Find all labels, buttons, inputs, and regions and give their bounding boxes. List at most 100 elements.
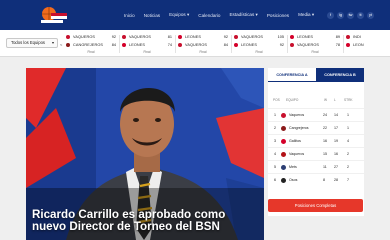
team-logo-icon — [66, 35, 70, 39]
team-filter-select[interactable]: Todos los Equipos ▾ — [6, 38, 58, 48]
row-position: 3 — [274, 139, 276, 143]
row-team: Osos — [289, 178, 298, 182]
row-streak: 1 — [347, 126, 349, 130]
row-wins: 11 — [323, 165, 327, 169]
tab-conferencia-a[interactable]: CONFERENCIA A — [268, 68, 316, 82]
instagram-icon[interactable]: ig — [337, 12, 344, 19]
social-links: f ig tw tt yt — [324, 12, 374, 19]
scores-prev-arrow[interactable]: < — [60, 42, 62, 47]
game-card[interactable]: VAQUEROS 105 LEONES 92 Final — [234, 33, 284, 55]
team-score: 78 — [335, 43, 340, 47]
table-row[interactable]: 6 Osos 8 28 7 — [268, 173, 364, 186]
featured-story-headline[interactable]: Ricardo Carrillo es aprobado como nuevo … — [32, 209, 262, 233]
team-score: 92 — [223, 35, 228, 39]
full-standings-button[interactable]: Posiciones Completas — [268, 199, 363, 212]
team-logo-icon — [290, 35, 294, 39]
row-team: Vaqueros — [289, 152, 305, 156]
nav-media[interactable]: Media ▾ — [298, 12, 314, 18]
table-row[interactable]: 4 Vaqueros 15 16 2 — [268, 147, 364, 160]
league-logo[interactable] — [38, 5, 68, 25]
row-team: Cangrejeros — [289, 126, 309, 130]
row-wins: 16 — [323, 139, 327, 143]
team-header: EQUIPO — [286, 98, 299, 102]
youtube-icon[interactable]: yt — [367, 12, 374, 19]
team-score: 81 — [167, 35, 172, 39]
game-card[interactable]: VAQUEROS 81 LEONES 74 Final — [122, 33, 172, 55]
divider — [175, 35, 176, 53]
team-logo-icon — [281, 165, 286, 170]
team-logo-icon — [346, 43, 350, 47]
divider — [231, 35, 232, 53]
scores-strip: Todos los Equipos ▾ < VAQUEROS 92 CANGREJ… — [0, 30, 390, 57]
team-logo-icon — [281, 152, 286, 157]
featured-story[interactable]: Ricardo Carrillo es aprobado como nuevo … — [26, 68, 264, 240]
row-position: 4 — [274, 152, 276, 156]
divider — [343, 35, 344, 53]
table-row[interactable]: 5 Mets 11 27 2 — [268, 160, 364, 173]
team-score: 89 — [335, 35, 340, 39]
row-losses: 19 — [334, 139, 338, 143]
divider — [287, 35, 288, 53]
streak-header: STRK — [344, 98, 353, 102]
team-logo-icon — [66, 43, 70, 47]
top-nav: Inicio Noticias Equipos ▾ Calendario Est… — [0, 0, 390, 30]
row-streak: 4 — [347, 139, 349, 143]
nav-noticias[interactable]: Noticias — [144, 13, 160, 18]
wins-header: W — [324, 98, 328, 102]
team-name: LEONES — [241, 43, 258, 47]
page: Inicio Noticias Equipos ▾ Calendario Est… — [0, 0, 390, 240]
row-losses: 14 — [334, 113, 338, 117]
table-row[interactable]: 1 Vaqueros 24 14 1 — [268, 108, 364, 121]
tiktok-icon[interactable]: tt — [357, 12, 364, 19]
game-status: Final — [87, 50, 95, 54]
nav-inicio[interactable]: Inicio — [124, 13, 135, 18]
team-name: LEONES — [129, 43, 146, 47]
row-team: Gallitos — [289, 139, 301, 143]
team-logo-icon — [122, 43, 126, 47]
tab-conferencia-b[interactable]: CONFERENCIA B — [316, 68, 364, 82]
team-name: INDI — [353, 35, 361, 39]
nav-equipos[interactable]: Equipos ▾ — [169, 12, 189, 18]
game-card[interactable]: VAQUEROS 92 CANGREJEROS 84 Final — [66, 33, 116, 55]
row-streak: 2 — [347, 152, 349, 156]
team-score: 74 — [167, 43, 172, 47]
nav-posiciones[interactable]: Posiciones — [267, 13, 289, 18]
game-status: Final — [311, 50, 319, 54]
game-card[interactable]: INDI LEON — [346, 33, 384, 55]
row-streak: 2 — [347, 165, 349, 169]
row-team: Mets — [289, 165, 297, 169]
divider — [119, 35, 120, 53]
nav-calendario[interactable]: Calendario — [198, 13, 220, 18]
row-team: Vaqueros — [289, 113, 305, 117]
facebook-icon[interactable]: f — [327, 12, 334, 19]
team-logo-icon — [234, 35, 238, 39]
team-name: LEON — [353, 43, 364, 47]
row-streak: 1 — [347, 113, 349, 117]
game-status: Final — [255, 50, 263, 54]
pos-header: POS — [273, 98, 280, 102]
row-wins: 24 — [323, 113, 327, 117]
game-card[interactable]: LEONES 89 VAQUEROS 78 Final — [290, 33, 340, 55]
team-logo-icon — [122, 35, 126, 39]
team-logo-icon — [346, 35, 350, 39]
table-row[interactable]: 3 Gallitos 16 19 4 — [268, 134, 364, 147]
conference-tabs: CONFERENCIA A CONFERENCIA B — [268, 68, 364, 82]
team-logo-icon — [281, 178, 286, 183]
team-name: VAQUEROS — [185, 43, 208, 47]
twitter-icon[interactable]: tw — [347, 12, 354, 19]
nav-estadisticas[interactable]: Estadísticas ▾ — [229, 12, 257, 18]
table-row[interactable]: 2 Cangrejeros 22 17 1 — [268, 121, 364, 134]
game-card[interactable]: LEONES 92 VAQUEROS 84 Final — [178, 33, 228, 55]
team-logo-icon — [234, 43, 238, 47]
team-score: 84 — [223, 43, 228, 47]
team-score: 92 — [111, 35, 116, 39]
team-logo-icon — [281, 139, 286, 144]
team-name: LEONES — [185, 35, 202, 39]
row-losses: 17 — [334, 126, 338, 130]
chevron-down-icon: ▾ — [51, 40, 54, 45]
team-logo-icon — [178, 35, 182, 39]
team-name: VAQUEROS — [297, 43, 320, 47]
team-name: VAQUEROS — [73, 35, 96, 39]
team-logo-icon — [290, 43, 294, 47]
team-logo-icon — [281, 113, 286, 118]
